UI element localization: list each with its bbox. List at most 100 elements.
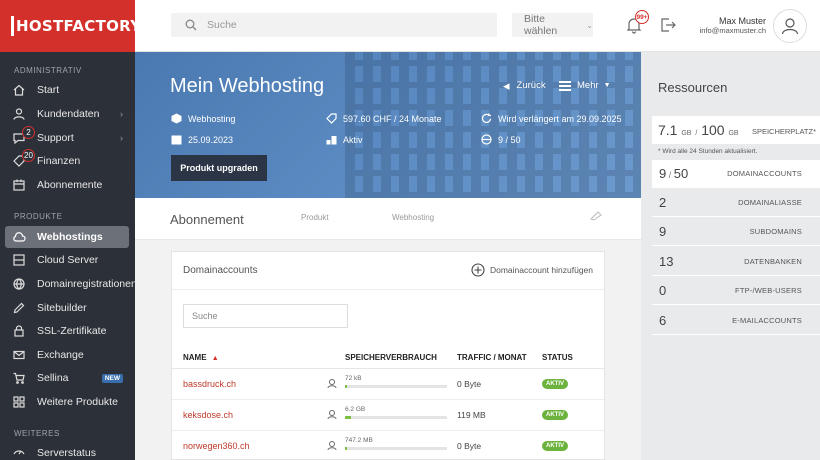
resource-row-domainaccounts: 9 / 50 DOMAINACCOUNTS <box>652 160 820 188</box>
sidebar-item-abonnemente[interactable]: Abonnemente <box>5 174 129 196</box>
sidebar-item-support[interactable]: 2 Support › <box>5 126 129 149</box>
table-row: keksdose.ch 6.2 GB 119 MB AKTIV <box>172 400 604 431</box>
status-badge: AKTIV <box>542 379 568 389</box>
fact-price: 597.60 CHF / 24 Monate <box>326 113 442 124</box>
resources-panel: Ressourcen 7.1 GB / 100 GB SPEICHERPLATZ… <box>641 52 820 460</box>
storage-total-unit: GB <box>728 130 739 137</box>
resources-title: Ressourcen <box>658 80 728 95</box>
sidebar-item-kundendaten[interactable]: Kundendaten › <box>5 103 129 125</box>
storage-bar-fill <box>345 447 348 450</box>
user-email: info@maxmuster.ch <box>699 26 766 35</box>
sidebar-item-label: Start <box>37 84 60 96</box>
sidebar-item-label: Serverstatus <box>37 447 96 459</box>
product-select[interactable]: Bitte wählen ⌄ <box>512 13 593 37</box>
sidebar-item-sitebuilder[interactable]: Sitebuilder <box>5 297 129 319</box>
sidebar-section-title: PRODUKTE <box>14 212 63 221</box>
domain-name-link[interactable]: norwegen360.ch <box>183 441 250 451</box>
resource-label: FTP-/WEB-USERS <box>735 286 802 295</box>
more-menu-button[interactable]: Mehr ▼ <box>559 80 611 91</box>
resource-value: 0 <box>659 283 667 298</box>
sidebar-item-label: Weitere Produkte <box>37 396 118 408</box>
domain-name-link[interactable]: bassdruck.ch <box>183 379 236 389</box>
fact-price-value: 597.60 CHF / 24 Monate <box>343 113 442 124</box>
sidebar-item-weitere-produkte[interactable]: Weitere Produkte <box>5 391 129 413</box>
edit-icon[interactable] <box>590 211 602 221</box>
storage-used-unit: GB <box>681 130 692 137</box>
resource-value: 2 <box>659 195 667 210</box>
storage-used-value: 7.1 <box>658 122 678 138</box>
box-icon <box>171 113 182 124</box>
sidebar-item-domainregistrationen[interactable]: Domainregistrationen <box>5 273 137 295</box>
back-label: Zurück <box>516 80 546 91</box>
domain-name-link[interactable]: keksdose.ch <box>183 410 233 420</box>
user-badge-icon <box>327 379 337 389</box>
sidebar-item-label: Finanzen <box>37 155 81 167</box>
caret-down-icon: ▼ <box>603 82 611 89</box>
domain-search-input[interactable] <box>183 304 348 328</box>
sidebar-item-serverstatus[interactable]: Serverstatus <box>5 442 129 460</box>
table-row: bassdruck.ch 72 kB 0 Byte AKTIV <box>172 369 604 400</box>
back-button[interactable]: ◂ Zurück <box>503 79 546 92</box>
status-badge: AKTIV <box>542 410 568 420</box>
tab-webhosting[interactable]: Webhosting <box>392 213 434 222</box>
domainaccounts-card: Domainaccounts Domainaccount hinzufügen … <box>171 251 605 460</box>
sidebar-item-exchange[interactable]: Exchange <box>5 344 129 366</box>
storage-bar-fill <box>345 416 352 419</box>
user-badge-icon <box>327 441 337 451</box>
avatar[interactable] <box>773 9 807 43</box>
resource-label: DOMAINACCOUNTS <box>727 169 802 178</box>
sidebar-item-ssl-zertifikate[interactable]: SSL-Zertifikate <box>5 320 129 342</box>
page-title: Mein Webhosting <box>170 75 325 97</box>
support-count-badge: 2 <box>22 126 35 139</box>
pen-icon <box>12 301 26 315</box>
sidebar-item-label: Domainregistrationen <box>37 278 137 290</box>
storage-values: 7.1 GB / 100 GB <box>658 122 739 138</box>
sidebar-item-sellina[interactable]: Sellina NEW <box>5 367 129 389</box>
storage-used: 72 kB <box>345 375 362 382</box>
sidebar-item-webhostings[interactable]: Webhostings <box>5 226 129 248</box>
add-domainaccount-label: Domainaccount hinzufügen <box>489 265 593 275</box>
sidebar-item-finanzen[interactable]: 20 Finanzen <box>5 149 129 172</box>
top-bar: Bitte wählen ⌄ 99+ Max Muster info@maxmu… <box>135 0 820 52</box>
fact-package-value: Webhosting <box>188 113 236 124</box>
sidebar-item-cloud-server[interactable]: Cloud Server <box>5 249 129 271</box>
logo-mark-icon <box>11 16 14 36</box>
user-avatar-icon <box>781 18 799 35</box>
column-header-label: NAME <box>183 353 207 362</box>
tab-produkt[interactable]: Produkt <box>301 213 329 222</box>
column-header-name[interactable]: NAME ▲ <box>183 353 219 362</box>
table-row: norwegen360.ch 747.2 MB 0 Byte AKTIV <box>172 431 604 460</box>
search-input[interactable] <box>207 19 467 31</box>
storage-used: 747.2 MB <box>345 437 373 444</box>
resource-max: 50 <box>673 166 689 181</box>
status-bars-icon <box>326 136 337 145</box>
storage-total-value: 100 <box>701 122 725 138</box>
sidebar-item-label: SSL-Zertifikate <box>37 325 107 337</box>
logout-icon[interactable] <box>659 16 677 34</box>
globe-icon <box>12 277 26 291</box>
divider <box>172 289 604 290</box>
fact-status: Aktiv <box>326 134 363 145</box>
column-header-storage: SPEICHERVERBRAUCH <box>345 353 437 362</box>
mail-icon <box>12 348 26 362</box>
upgrade-product-button[interactable]: Produkt upgraden <box>171 155 267 181</box>
status-badge: AKTIV <box>542 441 568 451</box>
plus-circle-icon <box>471 263 485 277</box>
resource-row-ftp-web-users: 0 FTP-/WEB-USERS <box>652 277 820 305</box>
resource-label: DATENBANKEN <box>744 257 802 266</box>
fact-package: Webhosting <box>171 113 235 124</box>
column-header-traffic: TRAFFIC / MONAT <box>457 353 527 362</box>
chevron-right-icon: › <box>120 109 123 119</box>
storage-bar-fill <box>345 385 348 388</box>
menu-icon <box>559 80 571 91</box>
product-select-value: Bitte wählen <box>524 13 558 37</box>
resource-row-datenbanken: 13 DATENBANKEN <box>652 248 820 276</box>
sidebar-item-start[interactable]: Start <box>5 79 129 101</box>
add-domainaccount-button[interactable]: Domainaccount hinzufügen <box>471 263 593 277</box>
chevron-down-icon: ⌄ <box>586 20 593 30</box>
storage-separator: / <box>695 130 698 137</box>
hero-background-image <box>345 52 641 198</box>
sort-asc-icon: ▲ <box>211 355 219 362</box>
brand-logo[interactable]: HOSTFACTORY <box>0 0 141 52</box>
fact-domain-count-value: 9 / 50 <box>498 134 521 145</box>
